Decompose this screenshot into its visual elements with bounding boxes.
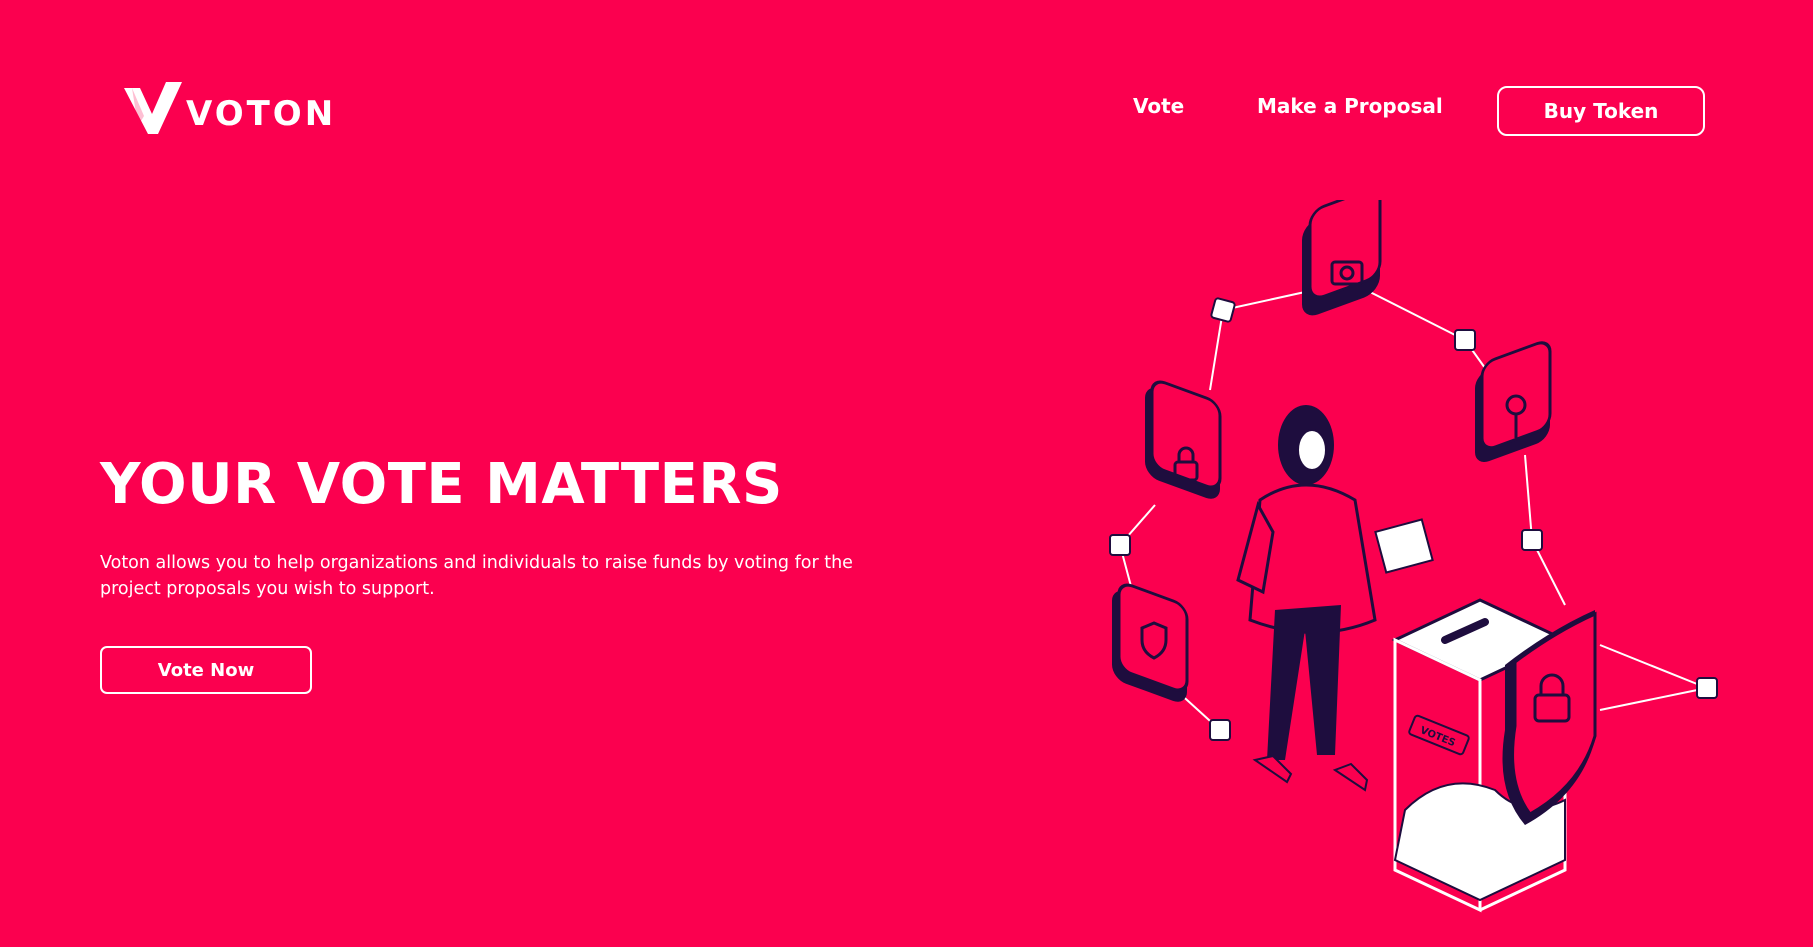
lock-icon (1145, 380, 1222, 499)
key-icon (1475, 341, 1552, 463)
camera-icon (1302, 200, 1382, 316)
top-nav: Vote Make a Proposal Buy Token (0, 86, 1813, 138)
voting-illustration: VOTES (1109, 200, 1718, 913)
hero-title: YOUR VOTE MATTERS (100, 452, 783, 517)
buy-token-button[interactable]: Buy Token (1497, 86, 1705, 136)
network-nodes (1109, 297, 1718, 741)
landing-page: VOTON Vote Make a Proposal Buy Token YOU… (0, 0, 1813, 947)
network-lines (1119, 291, 1708, 731)
nav-vote-link[interactable]: Vote (1133, 94, 1184, 118)
vote-now-button[interactable]: Vote Now (100, 646, 312, 694)
shield-icon (1112, 583, 1189, 702)
hero-description: Voton allows you to help organizations a… (100, 553, 853, 599)
woman-voter-figure (1236, 405, 1434, 792)
nav-make-proposal-link[interactable]: Make a Proposal (1257, 94, 1443, 118)
